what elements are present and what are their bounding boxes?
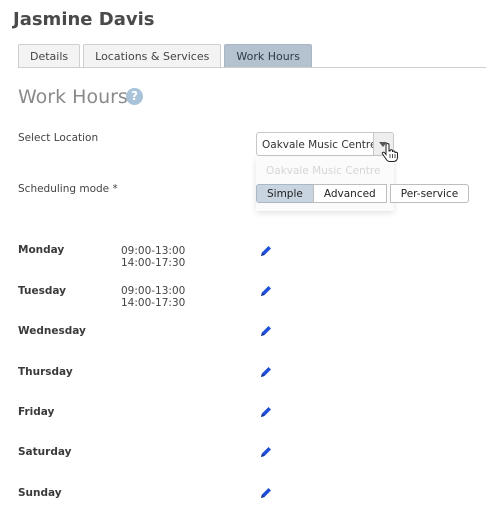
pencil-icon[interactable] xyxy=(259,244,273,258)
scheduling-mode-toggle: Simple Advanced Per-service xyxy=(256,184,470,203)
pencil-icon[interactable] xyxy=(259,284,273,298)
time-slot: 14:00-17:30 xyxy=(121,257,186,269)
day-thursday: Thursday xyxy=(18,366,73,378)
day-friday: Friday xyxy=(18,406,55,418)
page-title: Jasmine Davis xyxy=(13,9,155,30)
tab-bar: Details Locations & Services Work Hours xyxy=(18,44,312,68)
tuesday-times: 09:00-13:00 14:00-17:30 xyxy=(121,285,185,309)
dropdown-option[interactable]: Oakvale Music Centre xyxy=(266,165,380,177)
day-wednesday: Wednesday xyxy=(18,325,86,337)
pencil-icon[interactable] xyxy=(259,324,273,338)
scheduling-mode-label: Scheduling mode * xyxy=(18,183,118,195)
day-sunday: Sunday xyxy=(18,487,62,499)
time-slot: 14:00-17:30 xyxy=(121,297,186,309)
section-title: Work Hours xyxy=(18,86,128,108)
hand-cursor-icon xyxy=(381,143,398,162)
pencil-icon[interactable] xyxy=(259,405,273,419)
pencil-icon[interactable] xyxy=(259,486,273,500)
mode-per-service-button[interactable]: Per-service xyxy=(389,184,470,203)
tab-locations-services[interactable]: Locations & Services xyxy=(83,44,222,67)
select-location-label: Select Location xyxy=(18,132,99,144)
pencil-icon[interactable] xyxy=(259,445,273,459)
mode-simple-button[interactable]: Simple xyxy=(256,184,314,203)
day-saturday: Saturday xyxy=(18,446,72,458)
tab-details[interactable]: Details xyxy=(18,44,81,67)
pencil-icon[interactable] xyxy=(259,365,273,379)
time-slot: 09:00-13:00 xyxy=(121,285,186,297)
monday-times: 09:00-13:00 14:00-17:30 xyxy=(121,245,185,269)
day-tuesday: Tuesday xyxy=(18,285,66,297)
help-icon[interactable]: ? xyxy=(126,88,143,105)
mode-advanced-button[interactable]: Advanced xyxy=(312,184,387,203)
time-slot: 09:00-13:00 xyxy=(121,245,186,257)
location-select-value: Oakvale Music Centre xyxy=(262,139,377,151)
location-select[interactable]: Oakvale Music Centre xyxy=(256,132,394,156)
tab-divider xyxy=(18,67,486,68)
tab-work-hours[interactable]: Work Hours xyxy=(224,44,312,67)
day-monday: Monday xyxy=(18,244,65,256)
